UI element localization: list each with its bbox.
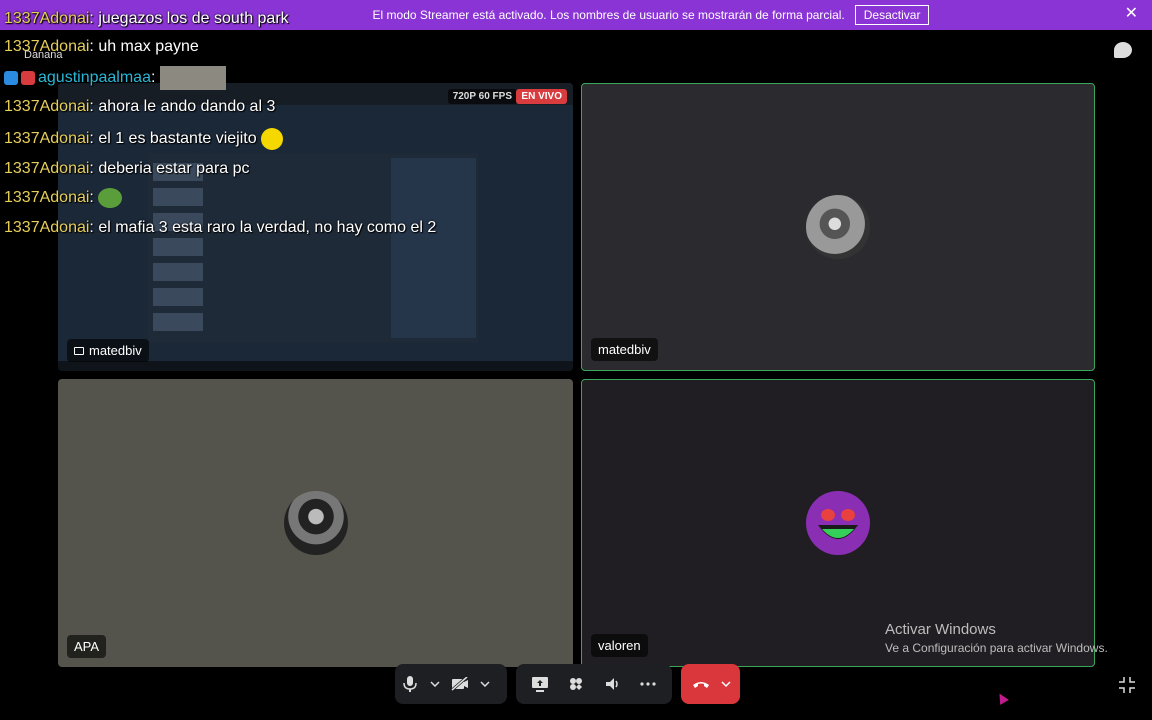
game-thumbnail xyxy=(153,263,203,281)
chat-text: : el mafia 3 esta raro la verdad, no hay… xyxy=(89,219,437,236)
chevron-down-icon xyxy=(430,681,440,687)
camera-options-button[interactable] xyxy=(475,669,495,699)
game-thumbnail xyxy=(153,313,203,331)
deactivate-button[interactable]: Desactivar xyxy=(854,5,930,25)
chat-message: 1337Adonai: deberia estar para pc xyxy=(4,160,250,178)
frog-emote-icon xyxy=(98,188,123,208)
screen-share-icon xyxy=(74,346,84,355)
microphone-options-button[interactable] xyxy=(425,669,445,699)
microphone-button[interactable] xyxy=(395,669,425,699)
participant-name: matedbiv xyxy=(598,342,651,357)
live-badge: EN VIVO xyxy=(516,89,567,104)
banner-message: El modo Streamer está activado. Los nomb… xyxy=(372,8,845,22)
participant-name: APA xyxy=(74,639,100,654)
smiley-avatar-icon xyxy=(808,493,868,553)
more-options-button[interactable] xyxy=(633,669,663,699)
shared-screen-taskbar xyxy=(58,361,573,371)
chat-username: 1337Adonai xyxy=(4,98,90,115)
exit-fullscreen-icon[interactable] xyxy=(1118,676,1136,699)
camera-off-icon xyxy=(451,677,468,691)
camera-button[interactable] xyxy=(445,669,475,699)
participant-name: valoren xyxy=(598,638,641,653)
chat-message: 1337Adonai: el mafia 3 esta raro la verd… xyxy=(4,219,436,237)
image-emote-icon xyxy=(159,66,226,90)
audio-video-controls xyxy=(395,664,507,704)
chat-partial-name: Danana xyxy=(24,49,63,61)
subscriber-badge-icon xyxy=(21,71,35,85)
chat-text: : xyxy=(89,189,94,207)
call-activity-controls xyxy=(516,664,672,704)
leave-call-group xyxy=(681,664,740,704)
chat-message: 1337Adonai: xyxy=(4,188,123,208)
leave-call-button[interactable] xyxy=(686,669,716,699)
chat-message: 1337Adonai: el 1 es bastante viejito xyxy=(4,128,284,150)
stream-quality-badge: 720P 60 FPS xyxy=(447,89,517,104)
more-dots-icon xyxy=(640,682,656,686)
chat-username: 1337Adonai xyxy=(4,189,90,207)
chat-username: agustinpaalmaa xyxy=(38,69,151,87)
shared-screen-filters xyxy=(391,158,476,338)
leave-options-button[interactable] xyxy=(716,669,736,699)
mouse-cursor-icon xyxy=(995,691,1009,705)
activate-windows-subtitle: Ve a Configuración para activar Windows. xyxy=(885,641,1108,655)
screen-share-icon xyxy=(532,677,548,692)
chat-text: : xyxy=(150,69,156,87)
chevron-down-icon xyxy=(720,681,731,687)
chat-text: : juegazos los de south park xyxy=(89,10,289,27)
participant-tile[interactable]: valoren xyxy=(581,379,1095,667)
soundboard-button[interactable] xyxy=(597,669,627,699)
participant-tile[interactable]: matedbiv xyxy=(581,83,1095,371)
chevron-down-icon xyxy=(480,681,490,687)
chat-text: : uh max payne xyxy=(89,38,199,55)
game-thumbnail xyxy=(153,188,203,206)
activity-rocket-icon xyxy=(570,678,582,690)
chat-username: 1337Adonai xyxy=(4,130,90,148)
avatar xyxy=(806,195,870,259)
moderator-badge-icon xyxy=(4,71,18,85)
close-icon[interactable]: ✕ xyxy=(1125,6,1138,22)
participant-name-tag: APA xyxy=(67,635,107,658)
chat-username: 1337Adonai xyxy=(4,219,90,236)
chat-username: 1337Adonai xyxy=(4,10,90,27)
chat-username: 1337Adonai xyxy=(4,160,90,177)
call-view: El modo Streamer está activado. Los nomb… xyxy=(0,0,1152,720)
avatar xyxy=(806,491,870,555)
activities-button[interactable] xyxy=(561,669,591,699)
neutral-face-emoji-icon xyxy=(261,128,284,150)
avatar xyxy=(283,491,348,555)
activate-windows-title: Activar Windows xyxy=(885,621,996,638)
chat-text: : el 1 es bastante viejito xyxy=(89,130,257,148)
screen-share-button[interactable] xyxy=(525,669,555,699)
participant-name-tag: valoren xyxy=(591,634,648,657)
microphone-icon xyxy=(403,676,417,692)
chat-bubble-icon[interactable] xyxy=(1114,42,1132,58)
participant-name-tag: matedbiv xyxy=(67,339,149,362)
soundboard-icon xyxy=(606,678,618,690)
chat-message: 1337Adonai: ahora le ando dando al 3 xyxy=(4,98,275,116)
participant-name-tag: matedbiv xyxy=(591,338,658,361)
participant-tile[interactable]: APA xyxy=(58,379,573,667)
participant-name: matedbiv xyxy=(89,343,142,358)
hang-up-icon xyxy=(692,682,709,688)
chat-text: : ahora le ando dando al 3 xyxy=(89,98,276,115)
chat-text: : deberia estar para pc xyxy=(89,160,250,177)
game-thumbnail xyxy=(153,238,203,256)
chat-message: 1337Adonai: juegazos los de south park xyxy=(4,10,289,28)
game-thumbnail xyxy=(153,288,203,306)
chat-message: agustinpaalmaa: xyxy=(4,66,226,90)
